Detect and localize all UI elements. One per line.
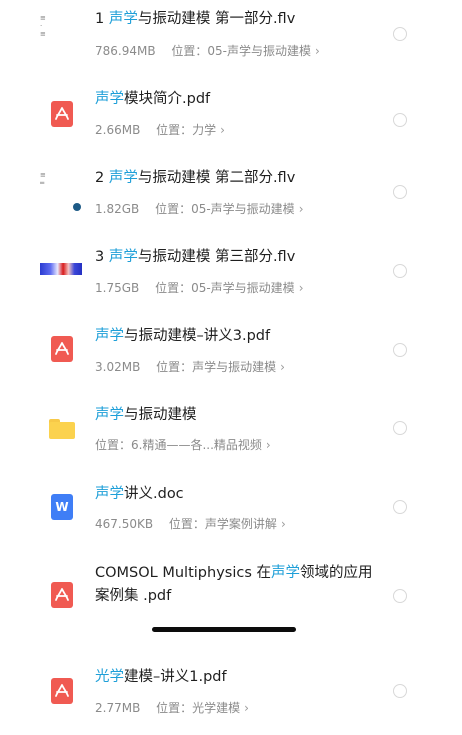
file-name: COMSOL Multiphysics 在声学领域的应用 案例集 .pdf	[95, 565, 373, 604]
file-size: 2.77MB	[95, 701, 141, 715]
pdf-icon	[51, 582, 73, 608]
chevron-right-icon: ›	[298, 202, 304, 216]
file-name: 声学与振动建模	[95, 407, 197, 423]
list-item[interactable]: ≡ · ≡ 1 声学与振动建模 第一部分.flv 786.94MB 位置：05-声学…	[0, 0, 462, 78]
chevron-right-icon: ›	[265, 438, 271, 452]
file-name: 2 声学与振动建模 第二部分.flv	[95, 170, 296, 186]
file-location-link[interactable]: 位置：05-声学与振动建模 ›	[155, 281, 303, 295]
thumbnail-dot	[73, 203, 81, 211]
list-item[interactable]: 3 声学与振动建模 第三部分.flv 1.75GB 位置：05-声学与振动建模 ›	[0, 236, 462, 314]
file-size: 786.94MB	[95, 44, 156, 58]
select-radio[interactable]	[393, 27, 407, 41]
select-radio[interactable]	[393, 589, 407, 603]
file-name: 声学模块简介.pdf	[95, 91, 211, 107]
chevron-right-icon: ›	[244, 701, 249, 715]
select-radio[interactable]	[393, 113, 407, 127]
select-radio[interactable]	[393, 343, 407, 357]
file-meta: 2.77MB 位置：光学建模 ›	[95, 699, 249, 716]
file-location-link[interactable]: 位置：05-声学与振动建模 ›	[155, 202, 303, 216]
file-meta: 786.94MB 位置：05-声学与振动建模 ›	[95, 42, 320, 59]
pdf-icon	[51, 101, 73, 127]
file-location-link[interactable]: 位置：光学建模 ›	[156, 701, 249, 715]
file-name: 光学建模–讲义1.pdf	[95, 669, 227, 685]
file-size: 1.75GB	[95, 281, 140, 295]
select-radio[interactable]	[393, 185, 407, 199]
file-location-link[interactable]: 位置：声学案例讲解 ›	[169, 517, 286, 531]
select-radio[interactable]	[393, 684, 407, 698]
file-meta: 467.50KB 位置：声学案例讲解 ›	[95, 515, 286, 532]
folder-icon	[49, 419, 75, 439]
file-meta: 位置：6.精通——各...精品视频 ›	[95, 436, 271, 453]
pdf-icon	[51, 336, 73, 362]
list-item[interactable]: W 声学讲义.doc 467.50KB 位置：声学案例讲解 ›	[0, 473, 462, 551]
word-doc-icon: W	[51, 494, 73, 520]
file-size: 3.02MB	[95, 360, 141, 374]
pdf-icon	[51, 678, 73, 704]
file-location-link[interactable]: 位置：力学 ›	[156, 123, 225, 137]
file-meta: 2.66MB 位置：力学 ›	[95, 121, 225, 138]
video-thumbnail: ≡ · ≡	[40, 14, 82, 44]
thumbnail-text: ≡ · ≡	[40, 14, 46, 38]
file-name: 声学与振动建模–讲义3.pdf	[95, 328, 271, 344]
file-meta: 1.82GB 位置：05-声学与振动建模 ›	[95, 200, 304, 217]
list-item[interactable]: 声学与振动建模 位置：6.精通——各...精品视频 ›	[0, 394, 462, 472]
select-radio[interactable]	[393, 421, 407, 435]
file-name: 1 声学与振动建模 第一部分.flv	[95, 11, 296, 27]
thumbnail-text: ≡ ═	[40, 171, 46, 187]
chevron-right-icon: ›	[280, 360, 285, 374]
file-location-link[interactable]: 位置：05-声学与振动建模 ›	[171, 44, 319, 58]
chevron-right-icon: ›	[280, 517, 286, 531]
select-radio[interactable]	[393, 500, 407, 514]
thumbnail-strip	[40, 263, 82, 275]
file-name: 声学讲义.doc	[95, 486, 184, 502]
list-item[interactable]: ≡ ═ 2 声学与振动建模 第二部分.flv 1.82GB 位置：05-声学与振动…	[0, 157, 462, 235]
video-thumbnail	[40, 260, 82, 282]
file-size: 2.66MB	[95, 123, 141, 137]
list-item[interactable]: 声学模块简介.pdf 2.66MB 位置：力学 ›	[0, 78, 462, 156]
select-radio[interactable]	[393, 264, 407, 278]
file-name: 3 声学与振动建模 第三部分.flv	[95, 249, 296, 265]
file-location-link[interactable]: 位置：声学与振动建模 ›	[156, 360, 285, 374]
file-size: 467.50KB	[95, 517, 154, 531]
chevron-right-icon: ›	[220, 123, 225, 137]
list-item[interactable]: 声学与振动建模–讲义3.pdf 3.02MB 位置：声学与振动建模 ›	[0, 315, 462, 393]
chevron-right-icon: ›	[298, 281, 304, 295]
file-size: 1.82GB	[95, 202, 140, 216]
list-item[interactable]: 光学建模–讲义1.pdf 2.77MB 位置：光学建模 ›	[0, 655, 462, 733]
home-indicator[interactable]	[152, 627, 296, 632]
file-location-link[interactable]: 位置：6.精通——各...精品视频 ›	[95, 438, 271, 452]
file-meta: 1.75GB 位置：05-声学与振动建模 ›	[95, 279, 304, 296]
video-thumbnail: ≡ ═	[40, 171, 82, 211]
file-meta: 3.02MB 位置：声学与振动建模 ›	[95, 358, 285, 375]
chevron-right-icon: ›	[315, 44, 320, 58]
